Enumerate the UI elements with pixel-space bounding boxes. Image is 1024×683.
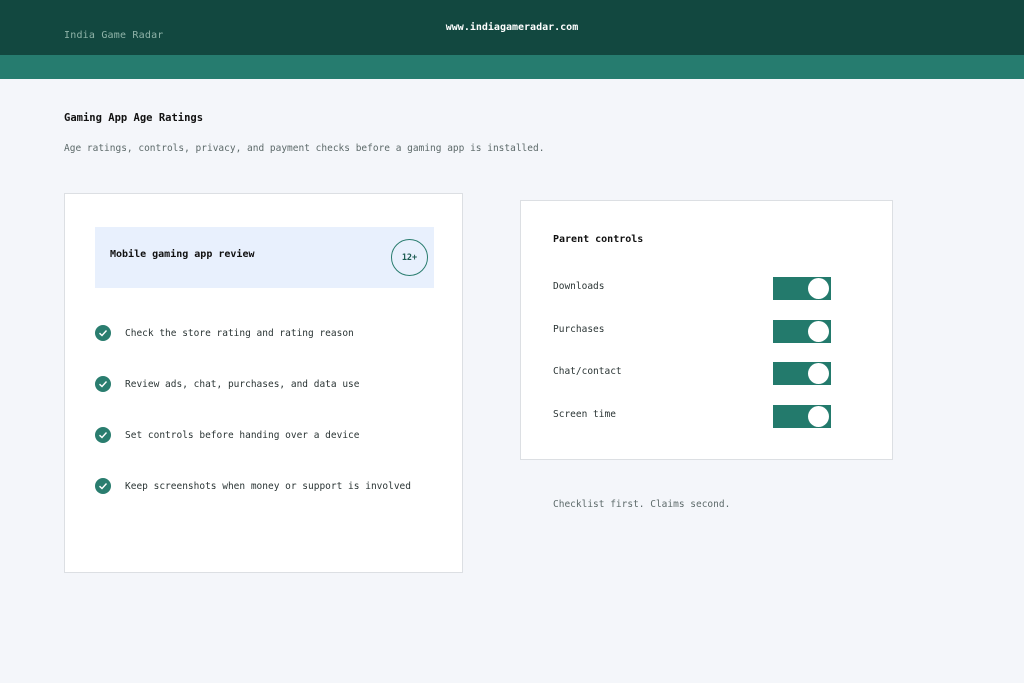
toggle-knob: [808, 278, 829, 299]
review-title: Mobile gaming app review: [110, 249, 255, 260]
site-url[interactable]: www.indiagameradar.com: [0, 22, 1024, 33]
check-icon: [95, 325, 111, 341]
toggle-knob: [808, 363, 829, 384]
control-row-purchases: Purchases: [553, 320, 843, 344]
checklist-label: Keep screenshots when money or support i…: [125, 480, 411, 492]
controls-title: Parent controls: [553, 234, 644, 245]
checklist-item: Keep screenshots when money or support i…: [95, 477, 411, 495]
toggle-knob: [808, 406, 829, 427]
checklist-label: Set controls before handing over a devic…: [125, 429, 360, 441]
control-label: Screen time: [553, 409, 616, 420]
top-header: India Game Radar www.indiagameradar.com: [0, 0, 1024, 55]
accent-band: [0, 55, 1024, 79]
page-subtitle: Age ratings, controls, privacy, and paym…: [64, 143, 545, 154]
footnote: Checklist first. Claims second.: [553, 499, 731, 510]
check-icon: [95, 376, 111, 392]
control-label: Chat/contact: [553, 366, 622, 377]
control-row-screen-time: Screen time: [553, 405, 843, 429]
toggle-knob: [808, 321, 829, 342]
review-header: Mobile gaming app review 12+: [95, 227, 434, 288]
checklist-item: Review ads, chat, purchases, and data us…: [95, 375, 360, 393]
checklist-label: Check the store rating and rating reason: [125, 327, 354, 339]
control-row-chat-contact: Chat/contact: [553, 362, 843, 386]
control-label: Downloads: [553, 281, 605, 292]
parent-controls-card: Parent controls Downloads Purchases Chat…: [520, 200, 893, 460]
checklist-item: Check the store rating and rating reason: [95, 324, 354, 342]
checklist-label: Review ads, chat, purchases, and data us…: [125, 378, 360, 390]
chat-contact-toggle[interactable]: [773, 362, 831, 385]
review-card: Mobile gaming app review 12+ Check the s…: [64, 193, 463, 573]
control-label: Purchases: [553, 324, 605, 335]
age-rating-badge: 12+: [391, 239, 428, 276]
purchases-toggle[interactable]: [773, 320, 831, 343]
page-title: Gaming App Age Ratings: [64, 112, 204, 124]
downloads-toggle[interactable]: [773, 277, 831, 300]
control-row-downloads: Downloads: [553, 277, 843, 301]
screen-time-toggle[interactable]: [773, 405, 831, 428]
check-icon: [95, 427, 111, 443]
checklist-item: Set controls before handing over a devic…: [95, 426, 360, 444]
check-icon: [95, 478, 111, 494]
